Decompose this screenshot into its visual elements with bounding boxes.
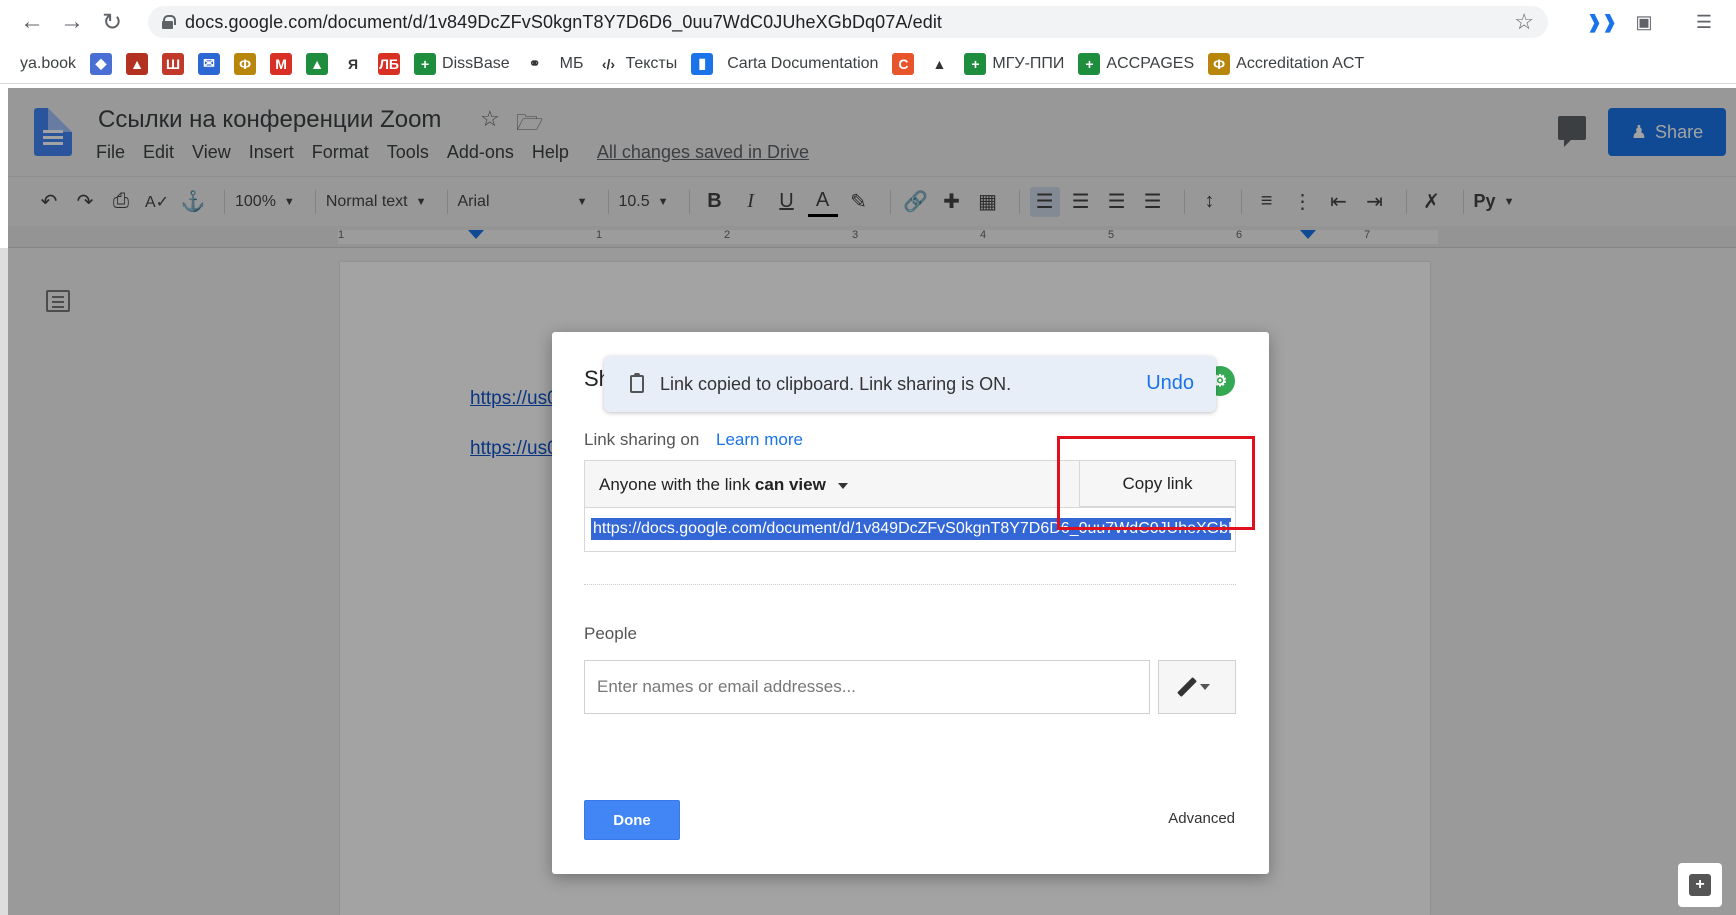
bookmark-favicon-icon: ◆ <box>90 52 113 75</box>
bookmark-item[interactable]: МБ <box>560 55 584 73</box>
url-text[interactable]: docs.google.com/document/d/1v849DcZFvS0k… <box>185 12 942 33</box>
bookmark-item[interactable]: Ф Accreditation ACT <box>1208 52 1365 75</box>
explore-button[interactable]: + <box>1678 863 1722 907</box>
bookmark-item[interactable]: + ACCPAGES <box>1078 52 1195 75</box>
bookmark-favicon-icon: Ш <box>162 52 185 75</box>
toast-message: Link copied to clipboard. Link sharing i… <box>660 373 1012 394</box>
bookmark-item[interactable]: M <box>270 52 293 75</box>
bookmark-item[interactable]: ya.book <box>20 55 76 73</box>
bookmark-item[interactable]: Ф <box>234 52 257 75</box>
highlight-annotation <box>1057 436 1255 530</box>
advanced-link[interactable]: Advanced <box>1168 810 1235 827</box>
bookmark-label: ACCPAGES <box>1106 54 1195 72</box>
browser-address-row: ← → ↻ docs.google.com/document/d/1v849Dc… <box>0 0 1736 44</box>
learn-more-link[interactable]: Learn more <box>716 430 803 450</box>
pencil-icon <box>1177 677 1197 697</box>
bookmark-item[interactable]: + МГУ-ППИ <box>964 52 1065 75</box>
chevron-down-icon <box>1200 684 1210 690</box>
cast-icon[interactable]: ❱❱ <box>1587 8 1617 36</box>
bookmark-label: ya.book <box>20 54 77 72</box>
bookmark-item[interactable]: + DissBase <box>414 52 510 75</box>
bookmark-label: Carta Documentation <box>727 54 879 72</box>
bookmark-favicon-icon: ▲ <box>306 52 329 75</box>
bookmark-label: DissBase <box>442 54 510 72</box>
extension-icon[interactable]: ▣ <box>1630 8 1658 36</box>
bookmark-favicon-icon: + <box>964 52 987 75</box>
bookmark-item[interactable]: ⚭ <box>523 52 546 75</box>
clipboard-icon <box>630 373 644 393</box>
lock-icon <box>162 15 176 29</box>
back-icon[interactable]: ← <box>12 0 52 44</box>
bookmarks-bar: ya.book ◆ ▲ Ш ✉ Ф M ▲ Я ЛБ + DissBase ⚭ МБ ‹/› Тексты ▮ C… <box>0 44 1736 84</box>
bookmark-item[interactable]: ▮ <box>691 52 714 75</box>
done-button[interactable]: Done <box>584 800 680 840</box>
bookmark-label: МГУ-ППИ <box>992 54 1065 72</box>
bookmark-favicon-icon: ✉ <box>198 52 221 75</box>
bookmark-favicon-icon: ‹/› <box>597 52 620 75</box>
bookmark-item[interactable]: Ш <box>162 52 185 75</box>
bookmark-item[interactable]: ✉ <box>198 52 221 75</box>
forward-icon[interactable]: → <box>52 0 92 44</box>
reload-icon[interactable]: ↻ <box>92 0 132 44</box>
permission-prefix: Anyone with the link <box>599 475 755 494</box>
link-sharing-label: Link sharing on <box>584 430 700 449</box>
bookmark-favicon-icon: ▲ <box>126 52 149 75</box>
people-role-dropdown[interactable] <box>1158 660 1236 714</box>
bookmark-favicon-icon: ▲ <box>928 52 951 75</box>
bookmark-label: Тексты <box>625 54 678 72</box>
omnibox[interactable]: docs.google.com/document/d/1v849DcZFvS0k… <box>148 6 1548 38</box>
bookmark-favicon-icon: + <box>1078 52 1101 75</box>
bookmark-item[interactable]: ▲ <box>306 52 329 75</box>
permission-level: can view <box>754 475 826 494</box>
bookmark-favicon-icon: Ф <box>1208 52 1231 75</box>
undo-link[interactable]: Undo <box>1146 372 1194 395</box>
bookmark-label: МБ <box>559 54 584 72</box>
bookmark-favicon-icon: M <box>270 52 293 75</box>
bookmark-item[interactable]: C <box>892 52 915 75</box>
bookmark-item[interactable]: ▲ <box>126 52 149 75</box>
explore-icon: + <box>1689 874 1711 896</box>
vertical-ruler <box>0 248 8 915</box>
bookmark-favicon-icon: + <box>414 52 437 75</box>
share-dialog: Sh ⚙ Link copied to clipboard. Link shar… <box>552 332 1269 874</box>
bookmark-favicon-icon: C <box>892 52 915 75</box>
bookmark-star-icon[interactable]: ☆ <box>1514 9 1534 35</box>
bookmark-item[interactable]: ЛБ <box>378 52 401 75</box>
reading-list-icon[interactable]: ☰ <box>1690 8 1718 36</box>
bookmark-favicon-icon: ⚭ <box>523 52 546 75</box>
dropdown-caret-icon <box>837 482 848 489</box>
bookmark-item[interactable]: ‹/› Тексты <box>597 52 678 75</box>
bookmark-item[interactable]: Я <box>342 52 365 75</box>
bookmark-favicon-icon: ▮ <box>691 52 714 75</box>
bookmark-favicon-icon: ЛБ <box>378 52 401 75</box>
bookmark-favicon-icon: Я <box>342 52 365 75</box>
bookmark-item[interactable]: ◆ <box>90 52 113 75</box>
link-permission-dropdown[interactable]: Anyone with the link can view <box>599 475 848 495</box>
bookmark-item[interactable]: Carta Documentation <box>727 55 878 73</box>
bookmark-label: Accreditation ACT <box>1236 54 1365 72</box>
people-label: People <box>584 624 637 643</box>
people-input[interactable] <box>584 660 1150 714</box>
bookmark-favicon-icon: Ф <box>234 52 257 75</box>
clipboard-toast: Link copied to clipboard. Link sharing i… <box>604 356 1216 412</box>
bookmark-item[interactable]: ▲ <box>928 52 951 75</box>
divider <box>584 584 1236 585</box>
